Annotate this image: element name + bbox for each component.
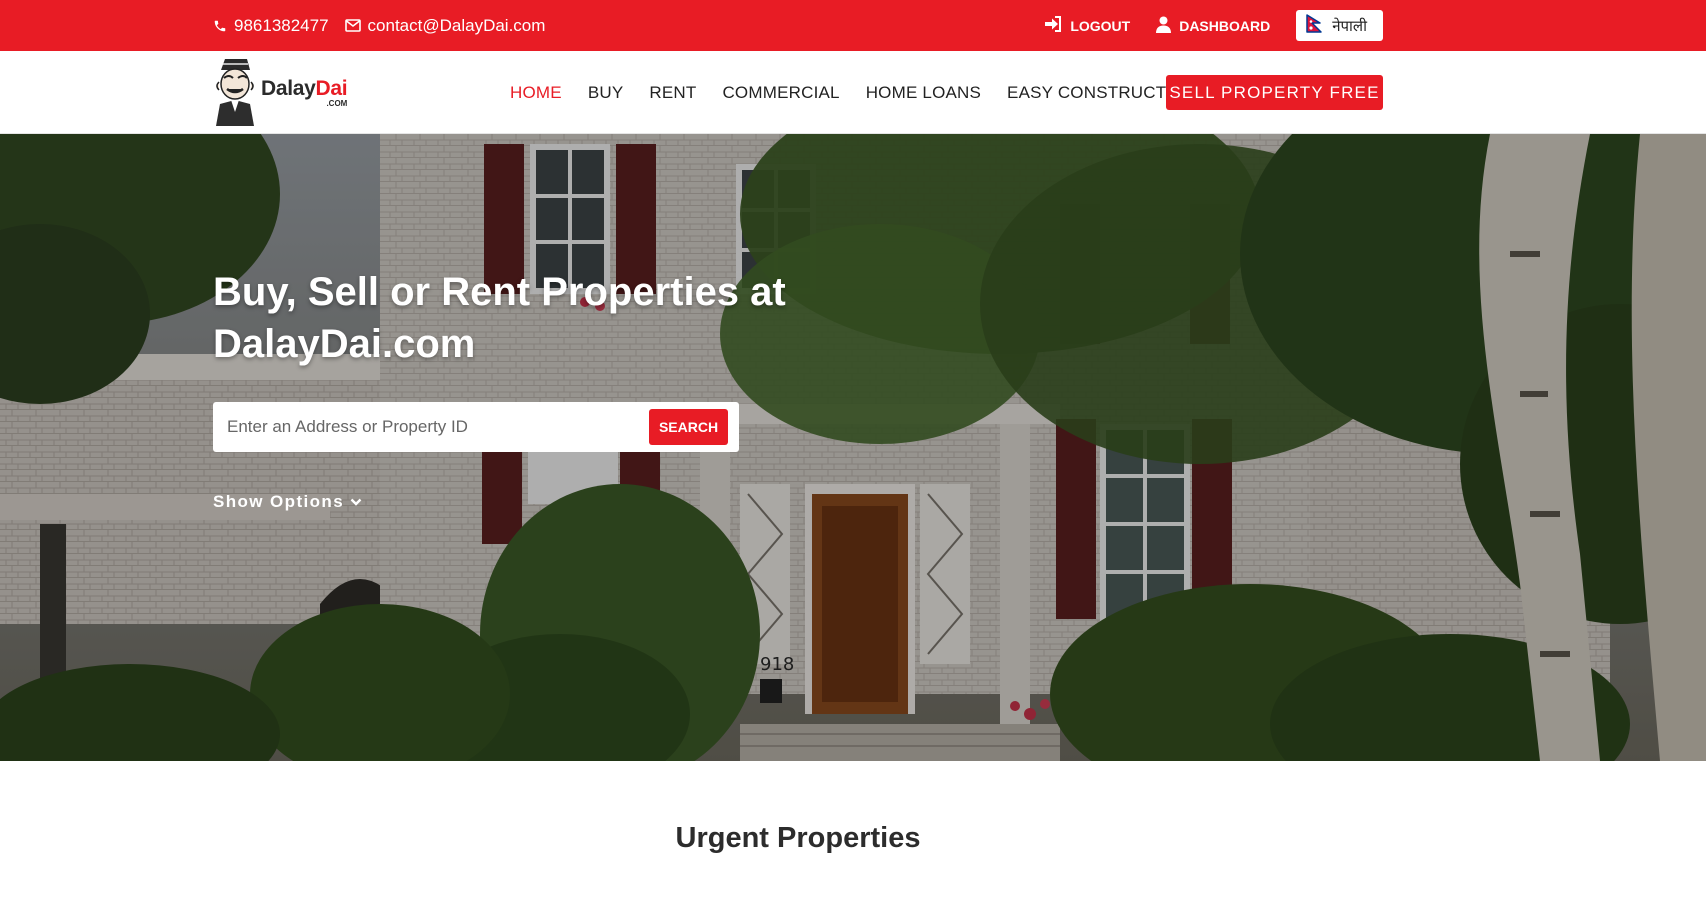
nav-item-commercial[interactable]: COMMERCIAL [722,83,839,103]
language-switch-button[interactable]: नेपाली [1296,10,1383,41]
contact-info: 9861382477 contact@DalayDai.com [213,16,545,36]
language-label: नेपाली [1332,16,1367,35]
search-button[interactable]: SEARCH [649,409,728,445]
sign-out-icon [1044,16,1062,35]
logo-name-dark: Dalay [261,77,316,100]
logo-tld: .COM [326,99,348,108]
logo-wordmark: DalayDai .COM [261,77,348,108]
top-contact-bar: 9861382477 contact@DalayDai.com LOGOUT D… [0,0,1706,51]
chevron-down-icon [350,492,362,512]
phone-icon [213,19,227,33]
logo-name-red: Dai [315,77,348,100]
property-search-input[interactable] [213,404,649,450]
phone-contact[interactable]: 9861382477 [213,16,329,36]
nav-item-rent[interactable]: RENT [649,83,696,103]
show-options-toggle[interactable]: Show Options [213,492,362,512]
email-address: contact@DalayDai.com [367,15,546,35]
nav-item-buy[interactable]: BUY [588,83,624,103]
dashboard-label: DASHBOARD [1179,17,1271,34]
account-actions: LOGOUT DASHBOARD नेपाली [1044,10,1383,41]
nav-item-home[interactable]: HOME [510,83,562,103]
urgent-properties-heading: Urgent Properties [675,822,921,854]
logout-label: LOGOUT [1070,17,1131,34]
property-search-box: SEARCH [213,402,739,452]
sell-property-button[interactable]: SELL PROPERTY FREE [1166,75,1383,110]
user-icon [1156,16,1172,36]
hero-banner: 918 Buy, Sell or Rent Properties at Dala… [0,134,1706,761]
show-options-label: Show Options [213,492,345,511]
mascot-logo-icon [213,56,257,131]
logout-link[interactable]: LOGOUT [1044,16,1130,35]
nepal-flag-icon [1306,14,1322,37]
main-navbar: DalayDai .COM HOME BUY RENT COMMERCIAL H… [0,51,1706,134]
email-contact[interactable]: contact@DalayDai.com [344,15,546,36]
site-logo[interactable]: DalayDai .COM [213,56,348,131]
primary-menu: HOME BUY RENT COMMERCIAL HOME LOANS EASY… [510,51,1197,134]
phone-number: 9861382477 [234,15,329,35]
dashboard-link[interactable]: DASHBOARD [1156,16,1270,36]
envelope-icon [344,19,361,32]
nav-item-home-loans[interactable]: HOME LOANS [866,83,981,103]
hero-title: Buy, Sell or Rent Properties at DalayDai… [213,270,786,366]
